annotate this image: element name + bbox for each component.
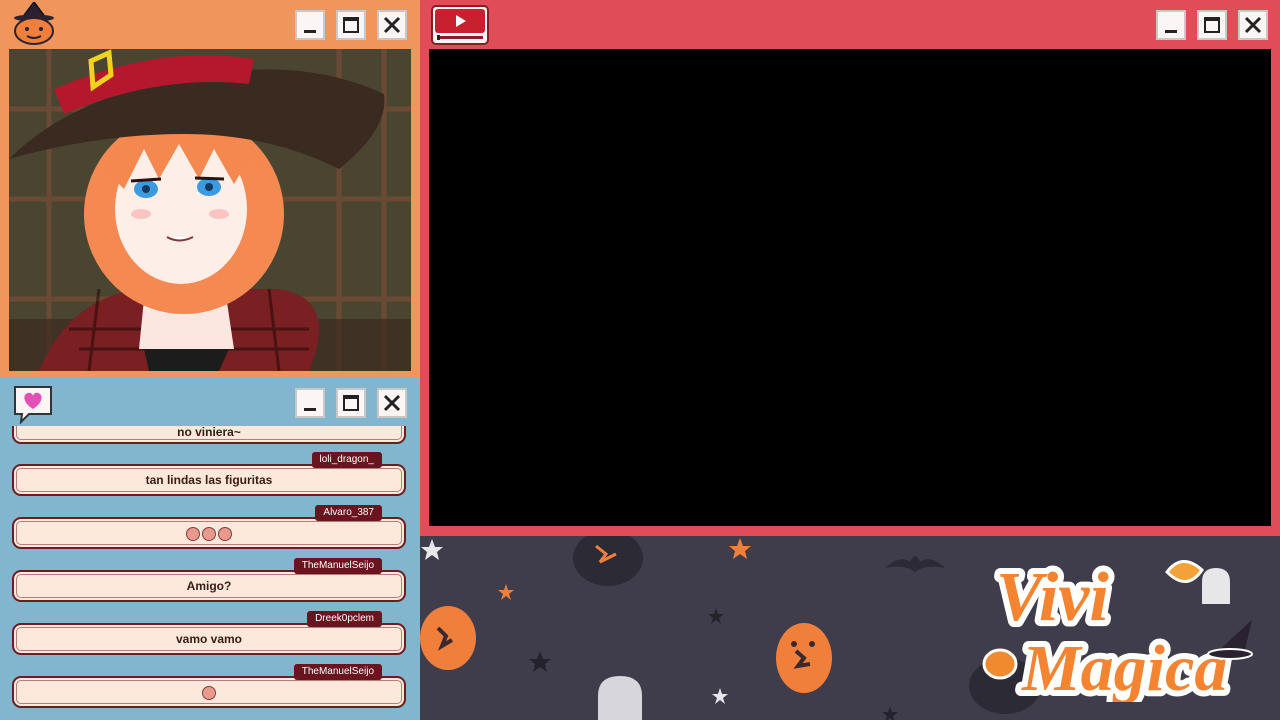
vtuber-avatar: [9, 49, 411, 371]
close-button[interactable]: [377, 388, 407, 418]
chat-message: TheManuelSeijo: [12, 664, 406, 708]
video-player-icon: [431, 5, 489, 45]
minimize-button[interactable]: [1156, 10, 1186, 40]
logo-line2: Magica: [1021, 632, 1227, 702]
chat-message: no viniera~: [12, 426, 406, 444]
emote-icon: [186, 526, 200, 541]
emote-icon: [218, 526, 232, 541]
vivi-magica-logo: Vivi Magica: [982, 553, 1253, 702]
maximize-button[interactable]: [1197, 10, 1227, 40]
maximize-button[interactable]: [336, 10, 366, 40]
maximize-button[interactable]: [336, 388, 366, 418]
camera-window: [0, 0, 420, 378]
minimize-button[interactable]: [295, 10, 325, 40]
chat-heart-icon: [14, 386, 52, 424]
dark-pumpkin-icon: [573, 536, 643, 586]
close-icon: [1244, 16, 1262, 34]
chat-message-text: Amigo?: [186, 579, 232, 593]
close-button[interactable]: [377, 10, 407, 40]
star-icon: [529, 608, 898, 720]
chat-username[interactable]: Dreek0pclem: [307, 611, 382, 627]
chat-message: loli_dragon_ tan lindas las figuritas: [12, 452, 406, 496]
chat-username[interactable]: loli_dragon_: [311, 452, 382, 468]
pumpkin-icon: [776, 623, 832, 693]
emote-icon: [202, 526, 216, 541]
minimize-button[interactable]: [295, 388, 325, 418]
close-icon: [383, 16, 401, 34]
pumpkin-icon: [982, 648, 1018, 680]
pumpkin-icon: [420, 606, 476, 670]
chat-message-emotes: [14, 685, 404, 700]
leaf-icon: [1165, 560, 1204, 583]
chat-message: Dreek0pclem vamo vamo: [12, 611, 406, 655]
main-video-window: [420, 0, 1280, 536]
close-icon: [383, 394, 401, 412]
chat-message-list[interactable]: no viniera~ loli_dragon_ tan lindas las …: [9, 426, 411, 720]
video-screen[interactable]: [429, 49, 1271, 526]
chat-window: no viniera~ loli_dragon_ tan lindas las …: [0, 378, 420, 720]
emote-icon: [202, 685, 216, 700]
close-button[interactable]: [1238, 10, 1268, 40]
pumpkin-witch-icon: [14, 2, 54, 45]
chat-message-text: tan lindas las figuritas: [145, 473, 273, 487]
chat-username[interactable]: TheManuelSeijo: [293, 664, 382, 680]
chat-message-text: no viniera~: [177, 426, 241, 439]
chat-message-text: vamo vamo: [175, 632, 243, 646]
ghost-icon: [1202, 568, 1230, 604]
chat-username[interactable]: Alvaro_387: [315, 505, 382, 521]
bat-icon: [885, 556, 945, 572]
chat-message: TheManuelSeijo Amigo?: [12, 558, 406, 602]
webcam-feed: [9, 49, 411, 371]
chat-message-emotes: [14, 526, 404, 541]
ghost-icon: [598, 676, 642, 720]
chat-message: Alvaro_387: [12, 505, 406, 549]
chat-username[interactable]: TheManuelSeijo: [293, 558, 382, 574]
logo-line1: Vivi: [996, 559, 1109, 636]
